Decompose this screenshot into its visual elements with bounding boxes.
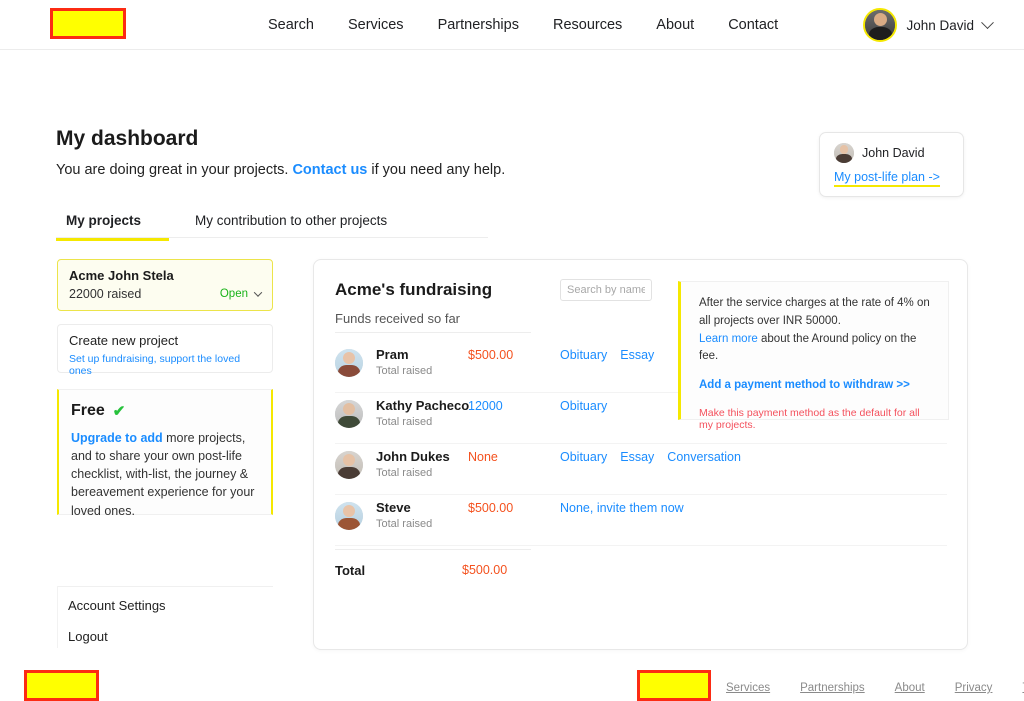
nav-item-services[interactable]: Services (348, 17, 404, 33)
dashboard-subtitle: You are doing great in your projects. Co… (56, 162, 505, 178)
green-check-icon: ✔ (112, 403, 126, 420)
table-row[interactable]: Steve Total raised $500.00 None, invite … (335, 496, 947, 546)
plan-tier-title: Free ✔ (71, 402, 259, 420)
link-obituary[interactable]: Obituary (560, 348, 607, 362)
link-essay[interactable]: Essay (620, 450, 654, 464)
footer-link-services[interactable]: Services (726, 682, 770, 694)
upgrade-to-add-link[interactable]: Upgrade to add (71, 431, 163, 445)
donor-amount: 12000 (468, 399, 503, 413)
donor-subtitle: Total raised (376, 365, 433, 377)
avatar (863, 8, 898, 42)
footer-link-partnerships[interactable]: Partnerships (800, 682, 865, 694)
nav-item-contact[interactable]: Contact (728, 17, 778, 33)
site-logo[interactable] (50, 8, 126, 39)
chevron-down-icon[interactable] (981, 15, 994, 29)
link-essay[interactable]: Essay (620, 348, 654, 362)
main-navigation: Search Services Partnerships Resources A… (268, 0, 778, 50)
project-card-acme[interactable]: Acme John Stela 22000 raised Open (57, 259, 273, 311)
plan-card-user: John David (834, 143, 963, 163)
avatar (335, 451, 363, 479)
create-new-project-card[interactable]: Create new project Set up fundraising, s… (57, 324, 273, 377)
info-box-text: After the service charges at the rate of… (699, 295, 934, 366)
donor-amount: $500.00 (468, 501, 514, 515)
status-badge: Open (219, 288, 248, 300)
create-project-subtitle[interactable]: Set up fundraising, support the loved on… (69, 353, 261, 377)
subtitle-text-before: You are doing great in your projects. (56, 162, 293, 178)
footer-highlight-box-left[interactable] (24, 670, 99, 701)
avatar (335, 400, 363, 428)
avatar (834, 143, 854, 163)
avatar (335, 502, 363, 530)
nav-item-search[interactable]: Search (268, 17, 314, 33)
donor-subtitle: Total raised (376, 518, 433, 530)
donor-links: None, invite them now (560, 500, 760, 516)
contact-us-link[interactable]: Contact us (292, 162, 367, 178)
donor-amount: $500.00 (468, 348, 514, 362)
tab-my-projects[interactable]: My projects (56, 213, 170, 241)
project-card-meta: 22000 raised Open (69, 287, 263, 301)
fundraising-panel: Acme's fundraising Funds received so far… (313, 259, 968, 650)
donor-name: Pram (376, 347, 409, 362)
chevron-down-icon[interactable] (253, 288, 263, 297)
user-menu[interactable]: John David (863, 0, 994, 50)
account-divider (57, 586, 273, 587)
dashboard-tabs: My projects My contribution to other pro… (56, 213, 488, 241)
user-name-label: John David (906, 17, 974, 33)
nav-item-about[interactable]: About (656, 17, 694, 33)
donor-subtitle: Total raised (376, 416, 433, 428)
page-title: My dashboard (56, 127, 199, 150)
link-obituary[interactable]: Obituary (560, 399, 607, 413)
link-obituary[interactable]: Obituary (560, 450, 607, 464)
nav-item-resources[interactable]: Resources (553, 17, 622, 33)
nav-item-partnerships[interactable]: Partnerships (438, 17, 519, 33)
plan-tier-body: Upgrade to add more projects, and to sha… (71, 429, 259, 520)
learn-more-link[interactable]: Learn more (699, 333, 758, 345)
plan-tier-label: Free (71, 402, 105, 419)
total-divider (335, 549, 531, 550)
list-divider (335, 332, 531, 333)
project-raised-amount: 22000 raised (69, 287, 142, 301)
plan-tier-card: Free ✔ Upgrade to add more projects, and… (57, 389, 273, 518)
add-payment-method-link[interactable]: Add a payment method to withdraw >> (699, 379, 934, 391)
subtitle-text-after: if you need any help. (367, 162, 506, 178)
logout-link[interactable]: Logout (68, 629, 108, 644)
donor-subtitle: Total raised (376, 467, 433, 479)
table-row[interactable]: John Dukes Total raised None Obituary Ess… (335, 445, 947, 495)
service-charge-text: After the service charges at the rate of… (699, 297, 930, 327)
project-status-dropdown[interactable]: Open (219, 288, 263, 300)
site-header: Search Services Partnerships Resources A… (0, 0, 1024, 50)
footer-link-privacy[interactable]: Privacy (955, 682, 993, 694)
footer-links: Services Partnerships About Privacy Term… (726, 682, 1024, 694)
service-charge-info-box: After the service charges at the rate of… (678, 281, 949, 431)
create-project-title: Create new project (69, 333, 179, 348)
donor-name: Kathy Pacheco (376, 398, 470, 413)
my-post-life-plan-link[interactable]: My post-life plan -> (834, 170, 940, 187)
footer-logo[interactable] (637, 670, 711, 701)
donor-name: John Dukes (376, 449, 450, 464)
footer-link-about[interactable]: About (895, 682, 925, 694)
total-amount: $500.00 (462, 563, 508, 577)
tab-my-contributions[interactable]: My contribution to other projects (195, 213, 387, 238)
avatar (335, 349, 363, 377)
fundraising-subtitle: Funds received so far (335, 311, 461, 326)
fundraising-title: Acme's fundraising (335, 280, 493, 299)
search-input[interactable] (560, 279, 652, 301)
default-payment-note[interactable]: Make this payment method as the default … (699, 407, 934, 431)
post-life-plan-card[interactable]: John David My post-life plan -> (819, 132, 964, 197)
donor-links: Obituary Essay Conversation (560, 449, 741, 465)
sidebar-rule (57, 586, 58, 648)
link-conversation[interactable]: Conversation (667, 450, 741, 464)
donor-name: Steve (376, 500, 411, 515)
plan-card-user-name: John David (862, 146, 925, 160)
donor-amount: None (468, 450, 498, 464)
account-settings-link[interactable]: Account Settings (68, 598, 166, 613)
total-label: Total (335, 563, 366, 578)
link-invite-them-now[interactable]: None, invite them now (560, 501, 684, 515)
project-card-title: Acme John Stela (69, 268, 174, 283)
